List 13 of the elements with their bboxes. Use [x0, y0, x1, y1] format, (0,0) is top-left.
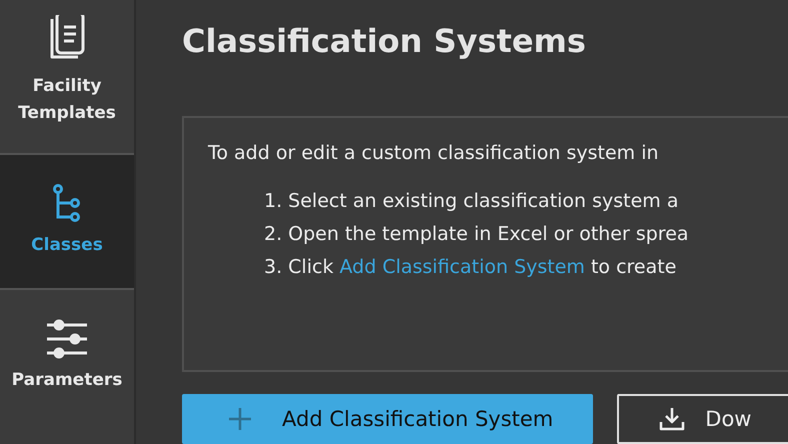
add-system-button[interactable]: Add Classification System [182, 394, 594, 444]
step-text: 1. Select an existing classification system a [264, 190, 680, 212]
download-button[interactable]: Dow [617, 394, 788, 444]
hierarchy-icon [52, 184, 82, 224]
sliders-icon [45, 319, 89, 360]
download-icon [659, 406, 686, 432]
nav-item[interactable]: Classes [0, 155, 134, 290]
add-system-link[interactable]: Add Classification System [340, 256, 585, 278]
page-title: Classification Systems [182, 22, 587, 62]
intro-text: To add or edit a custom classification system in [208, 142, 660, 164]
step-text: 2. Open the template in Excel or other sprea [264, 222, 690, 245]
plus-icon [228, 407, 252, 431]
step-text: 3. Click Add Classification System to create [264, 256, 678, 278]
